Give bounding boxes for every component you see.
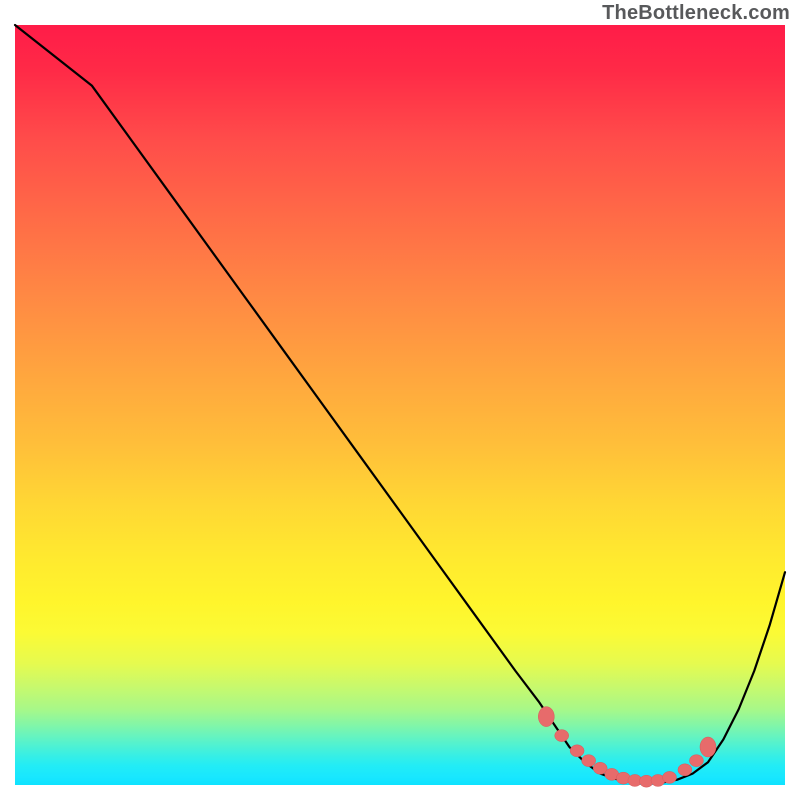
bottleneck-curve bbox=[15, 25, 785, 783]
marker-dot bbox=[538, 707, 554, 727]
marker-dot bbox=[582, 755, 596, 767]
marker-dot bbox=[678, 764, 692, 776]
marker-dot bbox=[570, 745, 584, 757]
marker-dot bbox=[663, 771, 677, 783]
curve-layer bbox=[15, 25, 785, 785]
marker-dot bbox=[700, 737, 716, 757]
marker-dot bbox=[689, 755, 703, 767]
marker-dot bbox=[555, 730, 569, 742]
watermark-text: TheBottleneck.com bbox=[602, 2, 790, 25]
plot-area bbox=[15, 25, 785, 785]
chart-stage: TheBottleneck.com bbox=[0, 0, 800, 800]
